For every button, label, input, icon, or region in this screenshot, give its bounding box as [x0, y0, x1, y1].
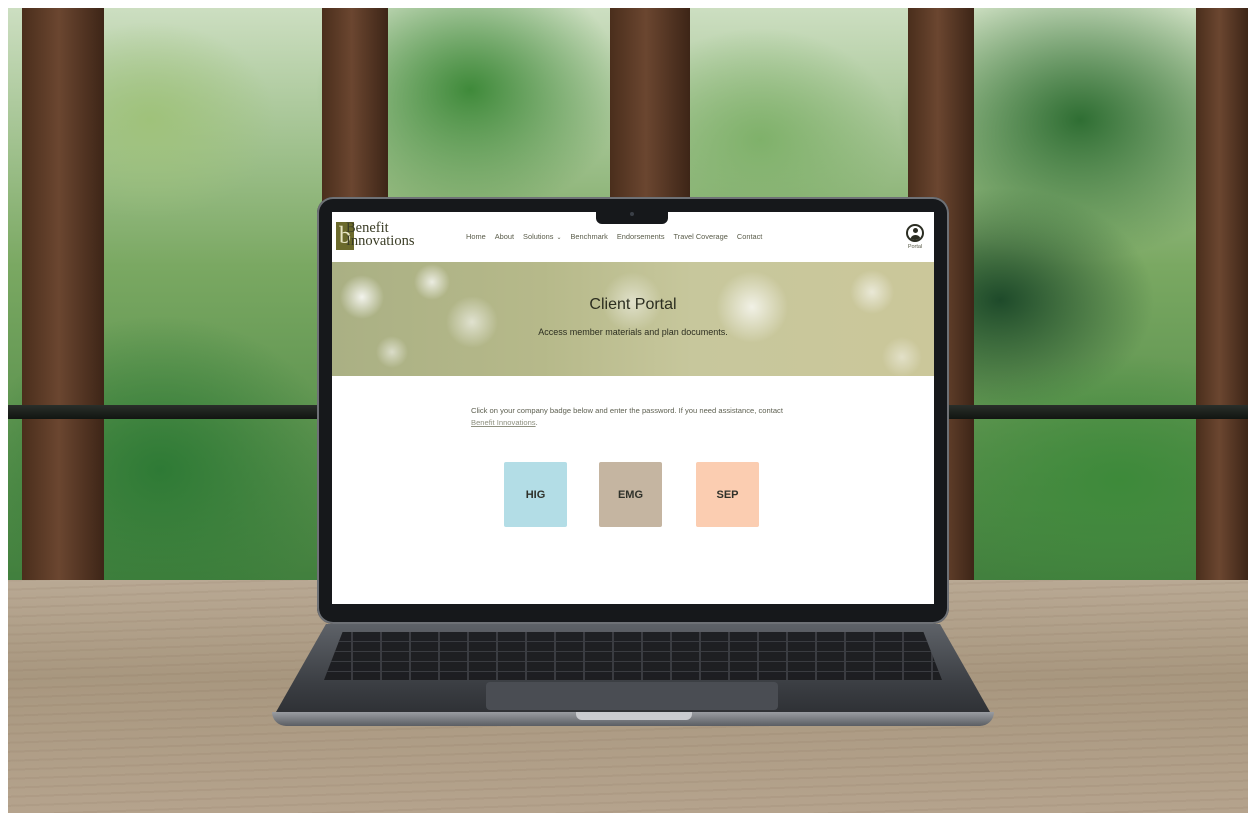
- portal-label: Portal: [907, 244, 923, 250]
- camera-icon: [630, 212, 634, 216]
- laptop-screen: b Benefit Innovations Home About Solutio…: [332, 212, 934, 604]
- company-badge-emg[interactable]: EMG: [599, 462, 662, 527]
- logo-line-2: Innovations: [346, 233, 415, 249]
- contact-link[interactable]: Benefit Innovations: [471, 418, 536, 427]
- page-title: Client Portal: [589, 296, 677, 313]
- nav-home[interactable]: Home: [466, 232, 486, 241]
- nav-endorsements[interactable]: Endorsements: [617, 232, 665, 241]
- portal-link[interactable]: Portal: [900, 224, 930, 250]
- company-badge-sep[interactable]: SEP: [696, 462, 759, 527]
- chevron-down-icon: ⌄: [556, 235, 562, 241]
- hero-subtitle: Access member materials and plan documen…: [538, 327, 728, 337]
- intro-text-end: .: [535, 418, 538, 427]
- company-badge-hig[interactable]: HIG: [504, 462, 567, 527]
- trackpad: [486, 682, 778, 710]
- window-post: [1196, 0, 1248, 592]
- main-nav: Home About Solutions ⌄ Benchmark Endorsem…: [466, 232, 762, 241]
- intro-text: Click on your company badge below and en…: [471, 405, 791, 429]
- nav-contact[interactable]: Contact: [737, 232, 762, 241]
- nav-benchmark[interactable]: Benchmark: [570, 232, 607, 241]
- window-post: [22, 0, 104, 592]
- intro-text-body: Click on your company badge below and en…: [471, 406, 783, 415]
- nav-travel-coverage[interactable]: Travel Coverage: [674, 232, 728, 241]
- laptop-opening-notch: [576, 712, 692, 720]
- user-icon: [906, 224, 924, 242]
- site-logo[interactable]: Benefit Innovations: [346, 221, 415, 249]
- keyboard-rows: [324, 632, 942, 680]
- nav-about[interactable]: About: [495, 232, 514, 241]
- hero-banner: Client Portal Access member materials an…: [332, 262, 934, 376]
- nav-solutions-label: Solutions: [523, 232, 554, 241]
- nav-solutions[interactable]: Solutions ⌄: [523, 232, 561, 241]
